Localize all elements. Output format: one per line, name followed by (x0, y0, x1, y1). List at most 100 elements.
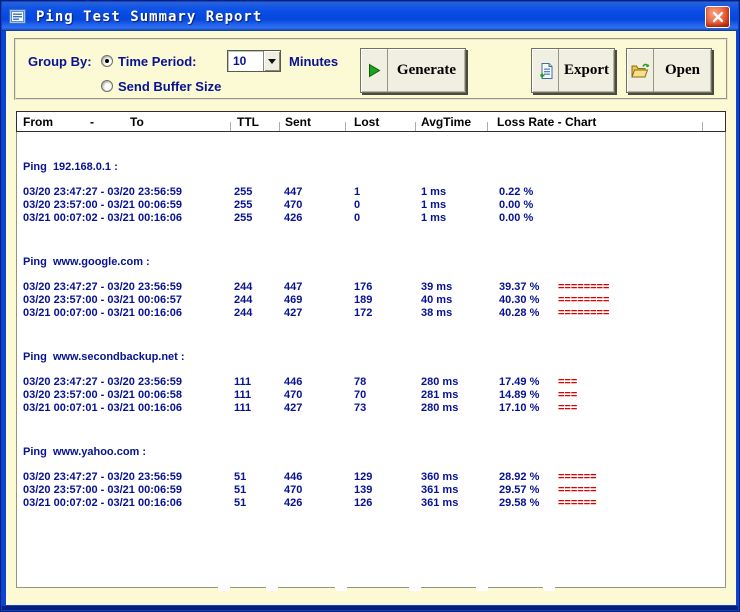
cell-chart: ======== (558, 307, 609, 320)
table-row: 03/21 00:07:02 - 03/21 00:16:0625542601 … (17, 212, 725, 225)
cell-lost: 172 (354, 307, 372, 320)
cell-ttl: 111 (234, 389, 251, 402)
cell-lost: 73 (354, 402, 366, 415)
cell-period: 03/21 00:07:02 - 03/21 00:16:06 (23, 497, 182, 510)
cell-sent: 446 (284, 376, 302, 389)
header-avgtime: AvgTime (421, 115, 471, 129)
cell-ttl: 111 (234, 376, 251, 389)
cell-period: 03/20 23:47:27 - 03/20 23:56:59 (23, 376, 182, 389)
window-title: Ping Test Summary Report (36, 9, 262, 25)
cell-ttl: 255 (234, 186, 252, 199)
export-button[interactable]: Export (531, 48, 615, 93)
report-header: From - To TTL Sent Lost AvgTime Loss Rat… (16, 111, 726, 132)
section-title: Ping www.secondbackup.net : (23, 351, 185, 364)
cell-sent: 447 (284, 186, 302, 199)
cell-lost: 129 (354, 471, 372, 484)
time-period-label: Time Period: (118, 54, 197, 69)
column-notch (476, 584, 488, 591)
open-folder-icon (631, 62, 650, 79)
header-dash: - (90, 115, 94, 129)
interval-select[interactable]: 10 (227, 50, 281, 72)
report-app-icon (9, 9, 26, 24)
cell-avgtime: 38 ms (421, 307, 452, 320)
export-label: Export (559, 49, 614, 92)
cell-chart: === (558, 402, 577, 415)
table-row: 03/20 23:47:27 - 03/20 23:56:59514461293… (17, 471, 725, 484)
cell-ttl: 51 (234, 484, 246, 497)
open-button[interactable]: Open (626, 48, 712, 93)
open-label: Open (654, 49, 711, 92)
column-notch (335, 584, 347, 591)
cell-sent: 426 (284, 497, 302, 510)
section-title: Ping www.yahoo.com : (23, 446, 146, 459)
cell-lossrate: 0.00 % (499, 199, 533, 212)
cell-sent: 427 (284, 402, 302, 415)
table-row: 03/20 23:47:27 - 03/20 23:56:59 255 447 1 1 … (17, 186, 725, 199)
close-button[interactable] (705, 6, 730, 28)
table-row: 03/20 23:57:00 - 03/21 00:06:5925547001 … (17, 199, 725, 212)
group-by-label: Group By: (28, 54, 92, 69)
client-area: Group By: Time Period: 10 Minutes Send B… (6, 31, 736, 605)
cell-avgtime: 1 ms (421, 212, 446, 225)
cell-sent: 447 (284, 281, 302, 294)
cell-ttl: 244 (234, 307, 252, 320)
cell-chart: ======== (558, 294, 609, 307)
cell-avgtime: 1 ms (421, 199, 446, 212)
cell-period: 03/20 23:57:00 - 03/21 00:06:57 (23, 294, 182, 307)
cell-sent: 470 (284, 484, 302, 497)
header-divider (230, 122, 231, 131)
cell-ttl: 244 (234, 281, 252, 294)
column-notch (218, 584, 230, 591)
table-row: 03/20 23:57:00 - 03/21 00:06:58111470702… (17, 389, 725, 402)
header-from: From (23, 115, 53, 129)
cell-lossrate: 17.49 % (499, 376, 539, 389)
send-buffer-radio[interactable] (101, 80, 113, 92)
cell-period: 03/20 23:57:00 - 03/21 00:06:59 (23, 484, 182, 497)
column-notch (543, 584, 555, 591)
column-notch (409, 584, 421, 591)
cell-avgtime: 280 ms (421, 376, 458, 389)
table-row: 03/20 23:57:00 - 03/21 00:06:59514701393… (17, 484, 725, 497)
generate-button[interactable]: Generate (360, 48, 466, 93)
cell-ttl: 51 (234, 471, 246, 484)
table-row: 03/20 23:47:27 - 03/20 23:56:59244447176… (17, 281, 725, 294)
cell-lossrate: 39.37 % (499, 281, 539, 294)
cell-lossrate: 29.57 % (499, 484, 539, 497)
dropdown-button[interactable] (263, 51, 280, 71)
cell-avgtime: 1 ms (421, 186, 446, 199)
header-ttl: TTL (237, 115, 259, 129)
cell-period: 03/21 00:07:01 - 03/21 00:16:06 (23, 402, 182, 415)
send-buffer-label: Send Buffer Size (118, 79, 221, 94)
close-icon (712, 11, 724, 23)
cell-lossrate: 40.30 % (499, 294, 539, 307)
header-lost: Lost (354, 115, 379, 129)
cell-lossrate: 14.89 % (499, 389, 539, 402)
cell-sent: 427 (284, 307, 302, 320)
cell-sent: 470 (284, 199, 302, 212)
cell-chart: === (558, 376, 577, 389)
cell-lost: 1 (354, 186, 360, 199)
cell-period: 03/21 00:07:00 - 03/21 00:16:06 (23, 307, 182, 320)
export-icon (536, 62, 554, 80)
titlebar: Ping Test Summary Report (2, 2, 738, 31)
cell-lost: 0 (354, 199, 360, 212)
cell-ttl: 51 (234, 497, 246, 510)
cell-chart: === (558, 389, 577, 402)
interval-value: 10 (228, 54, 263, 68)
cell-avgtime: 40 ms (421, 294, 452, 307)
report-section: Ping www.google.com :03/20 23:47:27 - 03… (17, 256, 725, 351)
cell-lost: 126 (354, 497, 372, 510)
cell-period: 03/20 23:47:27 - 03/20 23:56:59 (23, 186, 182, 199)
cell-lost: 176 (354, 281, 372, 294)
cell-chart: ======== (558, 281, 609, 294)
header-divider (415, 122, 416, 131)
cell-lost: 78 (354, 376, 366, 389)
table-row: 03/21 00:07:01 - 03/21 00:16:06111427732… (17, 402, 725, 415)
cell-lossrate: 0.22 % (499, 186, 533, 199)
cell-avgtime: 281 ms (421, 389, 458, 402)
time-period-radio[interactable] (101, 55, 113, 67)
header-lossrate: Loss Rate - Chart (497, 115, 596, 129)
cell-ttl: 255 (234, 212, 252, 225)
section-title: Ping www.google.com : (23, 256, 150, 269)
table-row: 03/20 23:47:27 - 03/20 23:56:59 111 446 78 2… (17, 376, 725, 389)
